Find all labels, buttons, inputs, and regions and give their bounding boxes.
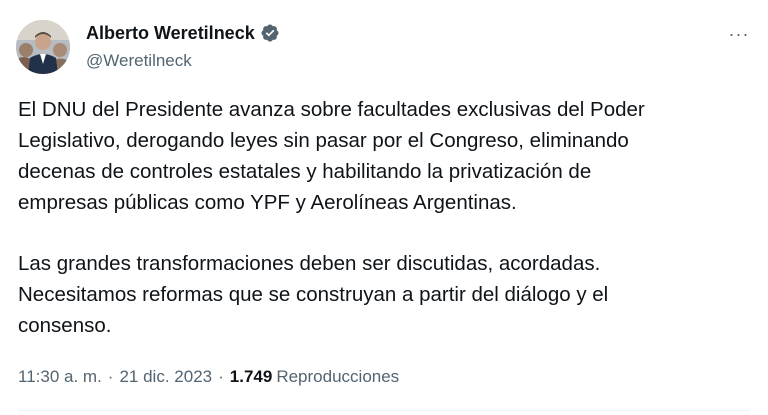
author-block: Alberto Weretilneck @Weretilneck — [86, 22, 280, 71]
name-row: Alberto Weretilneck — [86, 22, 280, 44]
meta-separator: · — [218, 367, 224, 386]
more-icon: ··· — [728, 23, 750, 44]
tweet-paragraph: El DNU del Presidente avanza sobre facul… — [18, 98, 645, 214]
handle[interactable]: @Weretilneck — [86, 51, 280, 71]
avatar-image — [16, 20, 70, 74]
tweet-meta: 11:30 a. m. · 21 dic. 2023 · 1.749 Repro… — [18, 367, 399, 387]
meta-separator: · — [107, 367, 114, 386]
avatar[interactable] — [16, 20, 70, 74]
tweet-paragraph: Las grandes transformaciones deben ser d… — [18, 252, 609, 337]
more-options-button[interactable]: ··· — [724, 22, 754, 46]
tweet-time[interactable]: 11:30 a. m. — [18, 367, 102, 387]
tweet-date[interactable]: 21 dic. 2023 — [119, 367, 212, 387]
divider — [18, 410, 750, 411]
display-name[interactable]: Alberto Weretilneck — [86, 23, 255, 44]
views-label: Reproducciones — [276, 367, 400, 386]
tweet-text: El DNU del Presidente avanza sobre facul… — [18, 94, 718, 341]
verified-badge-icon[interactable] — [260, 23, 280, 43]
tweet-card: Alberto Weretilneck @Weretilneck ··· El … — [0, 0, 768, 415]
views-count[interactable]: 1.749 — [230, 367, 273, 387]
